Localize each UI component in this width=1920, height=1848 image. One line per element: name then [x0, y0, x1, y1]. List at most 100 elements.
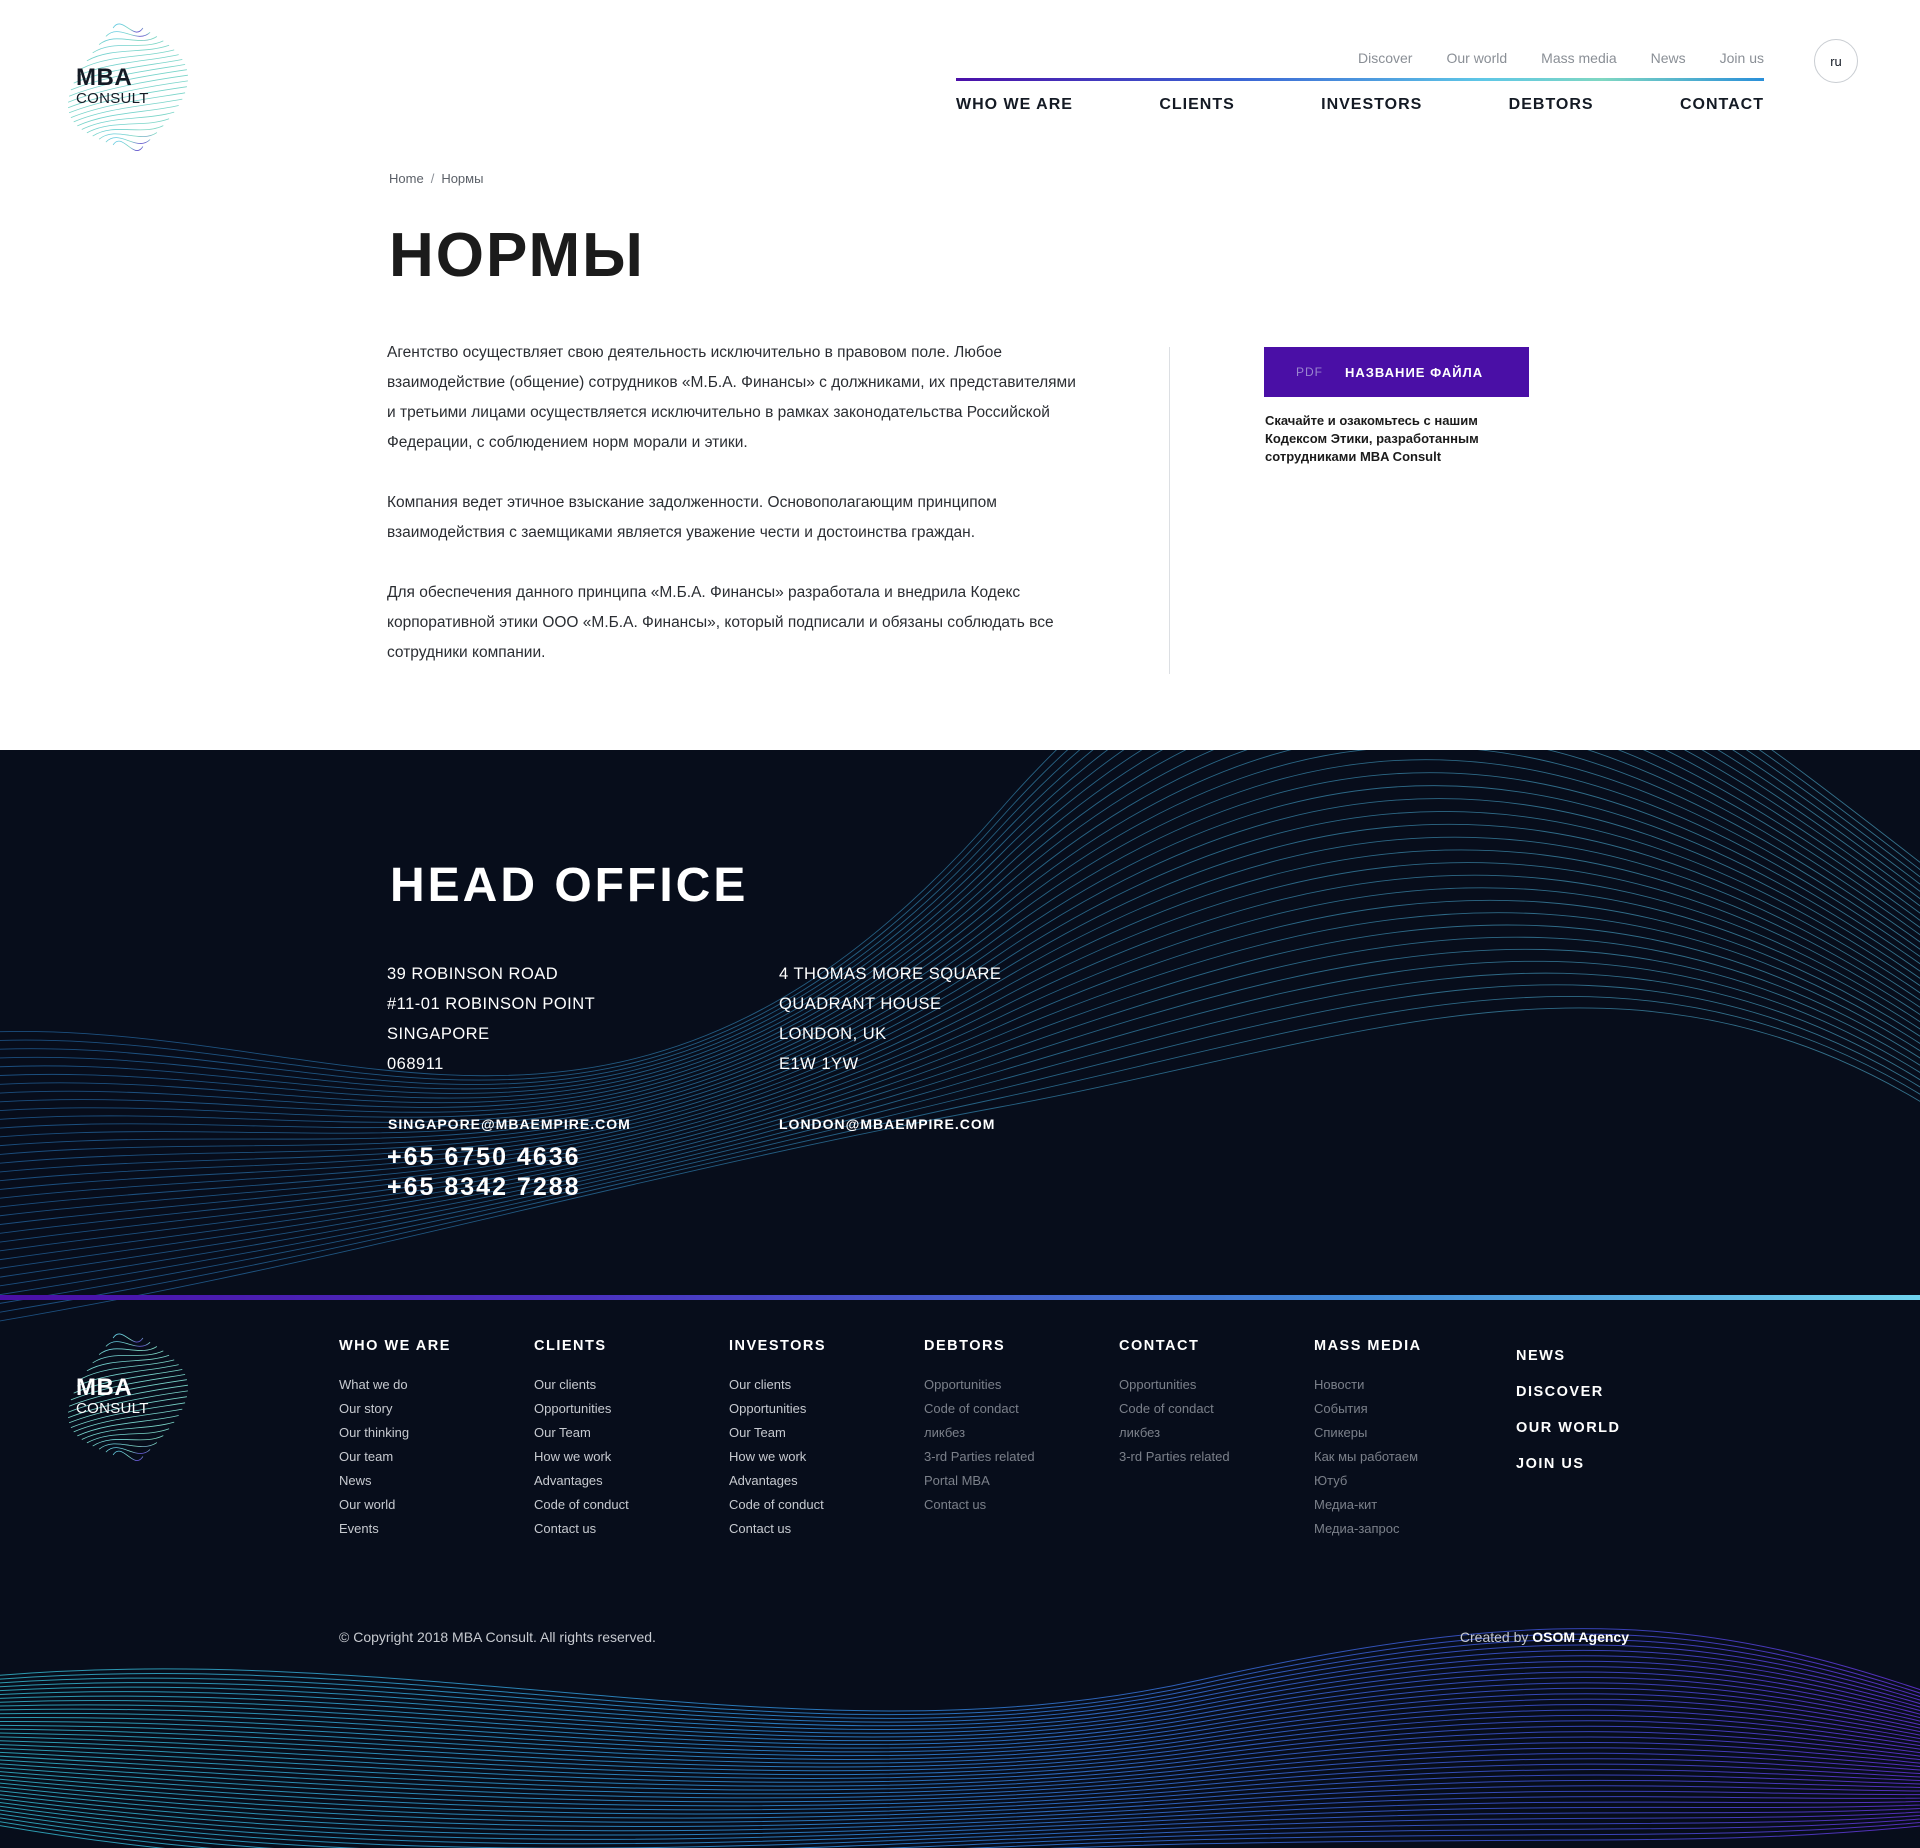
wave-line: [0, 750, 1920, 1138]
wave-line: [0, 1720, 1920, 1776]
download-pdf-button[interactable]: PDF НАЗВАНИЕ ФАЙЛА: [1264, 347, 1529, 397]
footer-link[interactable]: 3-rd Parties related: [1119, 1445, 1230, 1469]
wave-line: [98, 132, 158, 140]
footer-link[interactable]: ликбез: [1119, 1421, 1230, 1445]
body-paragraph: Компания ведет этичное взыскание задолже…: [387, 494, 997, 541]
footer-link[interactable]: Advantages: [729, 1469, 826, 1493]
footer-link[interactable]: Our world: [339, 1493, 451, 1517]
footer-link-our-world[interactable]: OUR WORLD: [1516, 1410, 1621, 1446]
nav-debtors[interactable]: DEBTORS: [1509, 96, 1594, 114]
footer-link[interactable]: How we work: [729, 1445, 826, 1469]
logo-wordmark: MBA CONSULT: [76, 64, 149, 107]
footer-link-news[interactable]: NEWS: [1516, 1338, 1621, 1374]
nav-investors[interactable]: INVESTORS: [1321, 96, 1422, 114]
footer-link[interactable]: Our thinking: [339, 1421, 451, 1445]
footer-col-title[interactable]: INVESTORS: [729, 1338, 826, 1354]
footer-link[interactable]: Opportunities: [924, 1373, 1035, 1397]
wave-line: [0, 1649, 1920, 1727]
london-email-link[interactable]: LONDON@MBAEMPIRE.COM: [779, 1116, 995, 1132]
wave-line: [98, 1442, 158, 1450]
footer-col-debtors: DEBTORS Opportunities Code of condact ли…: [924, 1338, 1035, 1517]
footer-link[interactable]: Our team: [339, 1445, 451, 1469]
footer-link[interactable]: Our Team: [534, 1421, 629, 1445]
footer-link[interactable]: Code of conduct: [534, 1493, 629, 1517]
top-link-mass-media[interactable]: Mass media: [1541, 50, 1616, 66]
language-switcher[interactable]: ru: [1814, 39, 1858, 83]
footer-link[interactable]: Новости: [1314, 1373, 1422, 1397]
footer-link[interactable]: Portal MBA: [924, 1469, 1035, 1493]
footer-link[interactable]: Спикеры: [1314, 1421, 1422, 1445]
top-link-discover[interactable]: Discover: [1358, 50, 1412, 66]
footer-link[interactable]: 3-rd Parties related: [924, 1445, 1035, 1469]
footer-link[interactable]: Our story: [339, 1397, 451, 1421]
address-line: SINGAPORE: [387, 1025, 490, 1043]
top-link-join-us[interactable]: Join us: [1720, 50, 1764, 66]
logo-mba-text: MBA: [76, 1374, 133, 1401]
breadcrumb: Home / Нормы: [389, 171, 483, 186]
wave-line: [0, 1763, 1920, 1807]
address-line: 4 THOMAS MORE SQUARE: [779, 965, 1002, 983]
body-paragraph: Для обеспечения данного принципа «М.Б.А.…: [387, 584, 1054, 661]
footer-link[interactable]: Opportunities: [534, 1397, 629, 1421]
footer-link[interactable]: News: [339, 1469, 451, 1493]
footer-link[interactable]: Code of condact: [924, 1397, 1035, 1421]
logo-consult-text: CONSULT: [76, 90, 149, 107]
footer-link[interactable]: Contact us: [729, 1517, 826, 1541]
nav-clients[interactable]: CLIENTS: [1159, 96, 1234, 114]
footer-col-title[interactable]: CLIENTS: [534, 1338, 629, 1354]
content-divider: [1169, 347, 1170, 674]
footer-link[interactable]: Our clients: [534, 1373, 629, 1397]
created-by: Created by OSOM Agency: [1460, 1629, 1629, 1645]
footer-col-title[interactable]: MASS MEDIA: [1314, 1338, 1422, 1354]
footer-link[interactable]: События: [1314, 1397, 1422, 1421]
footer-link[interactable]: Contact us: [534, 1517, 629, 1541]
singapore-address: 39 ROBINSON ROAD #11-01 ROBINSON POINT S…: [387, 959, 595, 1079]
logo[interactable]: MBA CONSULT: [58, 18, 198, 156]
footer-link[interactable]: Our clients: [729, 1373, 826, 1397]
footer-link-discover[interactable]: DISCOVER: [1516, 1374, 1621, 1410]
nav-contact[interactable]: CONTACT: [1680, 96, 1764, 114]
footer-col-title[interactable]: WHO WE ARE: [339, 1338, 451, 1354]
wave-line: [98, 36, 158, 45]
footer-link[interactable]: Events: [339, 1517, 451, 1541]
logo-mba-text: MBA: [76, 64, 133, 91]
footer-link[interactable]: Как мы работаем: [1314, 1445, 1422, 1469]
footer-link[interactable]: Ютуб: [1314, 1469, 1422, 1493]
footer-logo[interactable]: MBA CONSULT: [58, 1328, 198, 1466]
wave-line: [0, 1805, 1920, 1845]
wave-line: [86, 118, 170, 134]
top-link-our-world[interactable]: Our world: [1446, 50, 1507, 66]
footer-link[interactable]: Advantages: [534, 1469, 629, 1493]
singapore-email-link[interactable]: SINGAPORE@MBAEMPIRE.COM: [388, 1116, 631, 1132]
address-line: 068911: [387, 1055, 444, 1073]
agency-link[interactable]: OSOM Agency: [1532, 1629, 1629, 1645]
created-by-prefix: Created by: [1459, 1629, 1529, 1645]
breadcrumb-home[interactable]: Home: [389, 171, 424, 186]
footer-link[interactable]: Медиа-кит: [1314, 1493, 1422, 1517]
footer-link[interactable]: Opportunities: [1119, 1373, 1230, 1397]
footer-link-join-us[interactable]: JOIN US: [1516, 1446, 1621, 1482]
footer-link[interactable]: Our Team: [729, 1421, 826, 1445]
footer-col-investors: INVESTORS Our clients Opportunities Our …: [729, 1338, 826, 1541]
footer-link[interactable]: Opportunities: [729, 1397, 826, 1421]
singapore-phone-1[interactable]: +65 6750 4636: [387, 1142, 581, 1172]
body-paragraph: Агентство осуществляет свою деятельность…: [387, 344, 1076, 451]
footer-col-title[interactable]: DEBTORS: [924, 1338, 1035, 1354]
footer-col-clients: CLIENTS Our clients Opportunities Our Te…: [534, 1338, 629, 1541]
footer-link[interactable]: Contact us: [924, 1493, 1035, 1517]
wave-line: [105, 31, 151, 37]
wave-line: [0, 1779, 1920, 1819]
address-line: QUADRANT HOUSE: [779, 995, 942, 1013]
address-line: #11-01 ROBINSON POINT: [387, 995, 596, 1013]
top-link-news[interactable]: News: [1651, 50, 1686, 66]
copyright-text: © Copyright 2018 MBA Consult. All rights…: [339, 1629, 656, 1645]
footer-link[interactable]: Code of conduct: [729, 1493, 826, 1517]
footer-link[interactable]: How we work: [534, 1445, 629, 1469]
nav-who-we-are[interactable]: WHO WE ARE: [956, 96, 1073, 114]
footer-link[interactable]: Code of condact: [1119, 1397, 1230, 1421]
footer-link[interactable]: ликбез: [924, 1421, 1035, 1445]
footer-link[interactable]: What we do: [339, 1373, 451, 1397]
singapore-phone-2[interactable]: +65 8342 7288: [387, 1172, 581, 1202]
footer-col-title[interactable]: CONTACT: [1119, 1338, 1230, 1354]
footer-link[interactable]: Медиа-запрос: [1314, 1517, 1422, 1541]
